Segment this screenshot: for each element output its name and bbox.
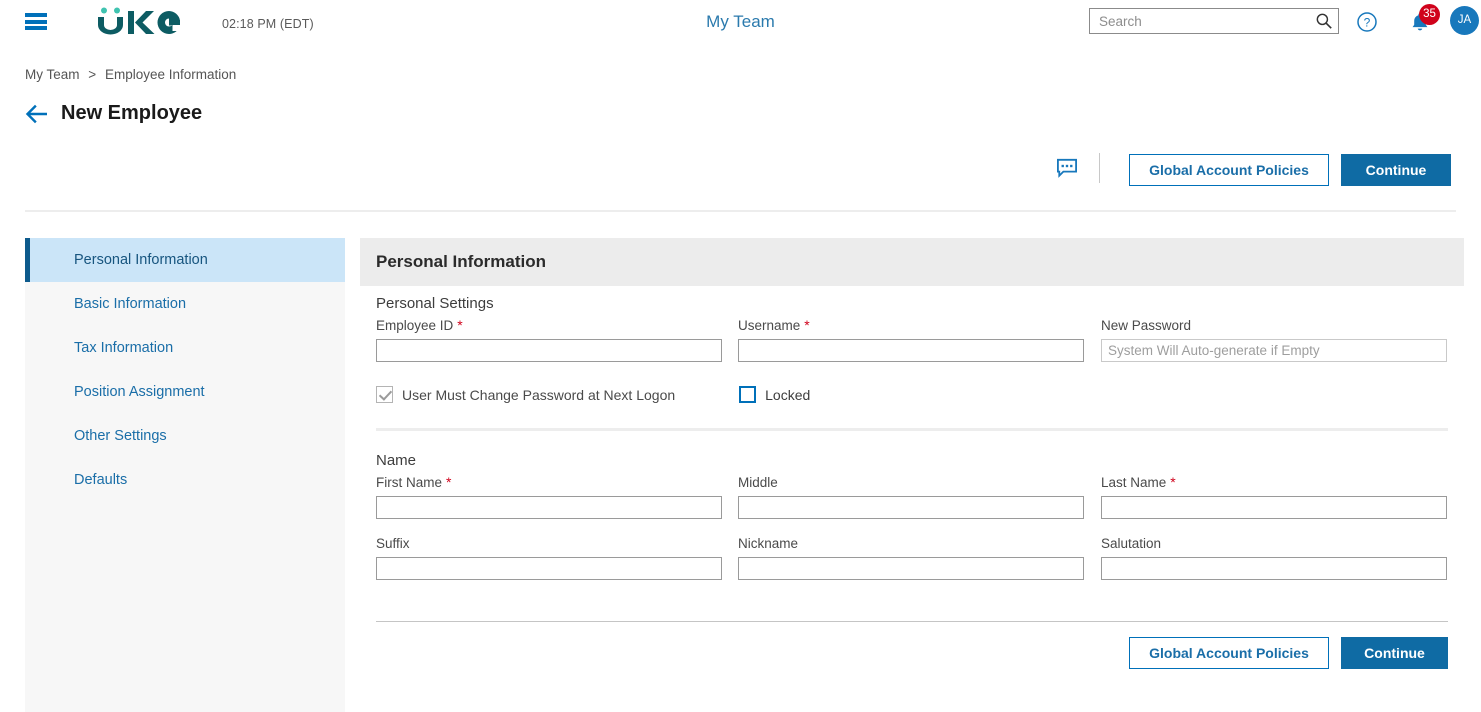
- section-nav-sidebar: Personal Information Basic Information T…: [25, 238, 345, 712]
- footer-global-account-policies-button[interactable]: Global Account Policies: [1129, 637, 1329, 669]
- panel-title: Personal Information: [360, 238, 1464, 286]
- nickname-label: Nickname: [738, 536, 1084, 552]
- footer-divider: [376, 621, 1448, 622]
- field-label-text: Middle: [738, 475, 778, 490]
- personal-information-panel: Personal Information Personal Settings E…: [360, 238, 1464, 712]
- continue-button[interactable]: Continue: [1341, 154, 1451, 186]
- sidebar-item-label: Defaults: [74, 472, 128, 488]
- new-password-field: New Password: [1101, 318, 1447, 362]
- action-bar-divider: [1099, 153, 1100, 183]
- required-asterisk: *: [457, 317, 463, 333]
- last-name-label: Last Name *: [1101, 475, 1447, 491]
- comment-bubble-icon[interactable]: [1056, 158, 1078, 178]
- salutation-label: Salutation: [1101, 536, 1447, 552]
- first-name-label: First Name *: [376, 475, 722, 491]
- breadcrumb-separator: >: [88, 67, 97, 82]
- must-change-password-checkbox: [376, 386, 393, 403]
- search-input[interactable]: [1090, 9, 1308, 33]
- new-password-input[interactable]: [1101, 339, 1447, 362]
- employee-id-label: Employee ID *: [376, 318, 722, 334]
- svg-text:?: ?: [1364, 16, 1371, 30]
- global-account-policies-button[interactable]: Global Account Policies: [1129, 154, 1329, 186]
- page-title: New Employee: [61, 102, 203, 124]
- sidebar-item-personal-information[interactable]: Personal Information: [25, 238, 345, 282]
- new-password-label: New Password: [1101, 318, 1447, 334]
- sidebar-item-basic-information[interactable]: Basic Information: [25, 282, 345, 326]
- nickname-field: Nickname: [738, 536, 1084, 580]
- suffix-field: Suffix: [376, 536, 722, 580]
- name-section-label: Name: [376, 452, 417, 469]
- field-label-text: Last Name: [1101, 475, 1167, 490]
- last-name-input[interactable]: [1101, 496, 1447, 519]
- locked-checkbox[interactable]: [739, 386, 757, 403]
- required-asterisk: *: [1170, 474, 1176, 490]
- search-box[interactable]: [1089, 8, 1339, 34]
- field-label-text: Username: [738, 318, 801, 333]
- field-label-text: Employee ID: [376, 318, 454, 333]
- field-label-text: Suffix: [376, 536, 410, 551]
- middle-name-input[interactable]: [738, 496, 1084, 519]
- footer-continue-button[interactable]: Continue: [1341, 637, 1448, 669]
- personal-settings-checkbox-row: User Must Change Password at Next Logon …: [376, 386, 810, 403]
- employee-id-field: Employee ID *: [376, 318, 722, 362]
- page-title-row: New Employee: [25, 102, 202, 125]
- back-arrow-icon[interactable]: [25, 104, 49, 124]
- required-asterisk: *: [446, 474, 452, 490]
- field-label-text: Salutation: [1101, 536, 1162, 551]
- personal-settings-section-label: Personal Settings: [376, 295, 494, 312]
- breadcrumb-item-my-team[interactable]: My Team: [25, 67, 80, 82]
- help-circle-icon[interactable]: ?: [1357, 12, 1377, 32]
- header-divider: [25, 210, 1456, 212]
- sidebar-item-defaults[interactable]: Defaults: [25, 458, 345, 502]
- section-divider: [376, 428, 1448, 431]
- sidebar-item-label: Personal Information: [74, 252, 208, 268]
- sidebar-item-label: Basic Information: [74, 296, 187, 312]
- middle-name-label: Middle: [738, 475, 1084, 491]
- first-name-field: First Name *: [376, 475, 722, 519]
- notification-count-badge: 35: [1419, 4, 1440, 25]
- suffix-input[interactable]: [376, 557, 722, 580]
- salutation-input[interactable]: [1101, 557, 1447, 580]
- salutation-field: Salutation: [1101, 536, 1447, 580]
- user-avatar[interactable]: JA: [1450, 6, 1479, 35]
- must-change-password-label: User Must Change Password at Next Logon: [402, 386, 676, 403]
- field-label-text: First Name: [376, 475, 443, 490]
- middle-name-field: Middle: [738, 475, 1084, 519]
- breadcrumb: My Team > Employee Information: [25, 67, 236, 82]
- sidebar-item-label: Tax Information: [74, 340, 174, 356]
- field-label-text: Nickname: [738, 536, 799, 551]
- last-name-field: Last Name *: [1101, 475, 1447, 519]
- sidebar-item-position-assignment[interactable]: Position Assignment: [25, 370, 345, 414]
- locked-label: Locked: [765, 386, 811, 403]
- sidebar-item-label: Other Settings: [74, 428, 167, 444]
- username-input[interactable]: [738, 339, 1084, 362]
- first-name-input[interactable]: [376, 496, 722, 519]
- username-field: Username *: [738, 318, 1084, 362]
- field-label-text: New Password: [1101, 318, 1192, 333]
- app-header: 02:18 PM (EDT) My Team ? 35 JA: [0, 0, 1481, 42]
- top-action-bar: Global Account Policies Continue: [0, 152, 1481, 188]
- employee-id-input[interactable]: [376, 339, 722, 362]
- sidebar-item-label: Position Assignment: [74, 384, 205, 400]
- breadcrumb-item-employee-information[interactable]: Employee Information: [105, 67, 236, 82]
- required-asterisk: *: [804, 317, 810, 333]
- username-label: Username *: [738, 318, 1084, 334]
- search-icon[interactable]: [1315, 12, 1333, 30]
- bell-icon[interactable]: 35: [1408, 4, 1440, 34]
- nickname-input[interactable]: [738, 557, 1084, 580]
- sidebar-item-other-settings[interactable]: Other Settings: [25, 414, 345, 458]
- sidebar-item-tax-information[interactable]: Tax Information: [25, 326, 345, 370]
- suffix-label: Suffix: [376, 536, 722, 552]
